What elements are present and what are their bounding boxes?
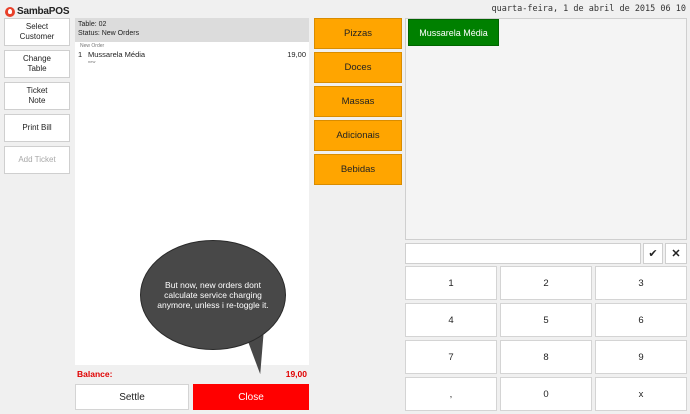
category-massas[interactable]: Massas <box>314 86 402 117</box>
change-table-button[interactable]: Change Table <box>4 50 70 78</box>
annotation-callout: But now, new orders dont calculate servi… <box>140 240 286 350</box>
numpad-key-6[interactable]: 6 <box>595 303 687 337</box>
confirm-check-icon[interactable]: ✔ <box>643 243 663 264</box>
settle-button[interactable]: Settle <box>75 384 189 410</box>
numpad-key-multiply[interactable]: x <box>595 377 687 411</box>
numpad-key-0[interactable]: 0 <box>500 377 592 411</box>
logo-text: SambaPOS <box>17 6 70 17</box>
numpad-key-9[interactable]: 9 <box>595 340 687 374</box>
numpad-key-2[interactable]: 2 <box>500 266 592 300</box>
order-state-tag: new <box>88 59 96 64</box>
datetime-display: quarta-feira, 1 de abril de 2015 06 10 <box>491 4 686 14</box>
menu-items-area: Mussarela Média <box>405 18 687 240</box>
numpad-input[interactable] <box>405 243 641 264</box>
order-line[interactable]: 1 Mussarela Média 19,00 <box>75 49 309 59</box>
category-adicionais[interactable]: Adicionais <box>314 120 402 151</box>
category-doces[interactable]: Doces <box>314 52 402 83</box>
category-column: Pizzas Doces Massas Adicionais Bebidas <box>314 18 402 188</box>
ticket-note-button[interactable]: Ticket Note <box>4 82 70 110</box>
balance-value: 19,00 <box>285 368 307 379</box>
order-price: 19,00 <box>287 50 306 59</box>
balance-row: Balance: 19,00 <box>75 365 309 382</box>
ticket-commands-column: Select Customer Change Table Ticket Note… <box>4 18 70 178</box>
app-logo: SambaPOS <box>5 5 70 18</box>
balance-label: Balance: <box>77 368 113 379</box>
numpad-key-5[interactable]: 5 <box>500 303 592 337</box>
ticket-table-label: Table: 02 <box>78 21 107 28</box>
menu-item-mussarela-media[interactable]: Mussarela Média <box>408 19 499 46</box>
sambapos-logo-icon <box>5 6 15 17</box>
numpad-key-1[interactable]: 1 <box>405 266 497 300</box>
select-customer-button[interactable]: Select Customer <box>4 18 70 46</box>
order-product-name: Mussarela Média <box>88 50 146 59</box>
numpad-key-8[interactable]: 8 <box>500 340 592 374</box>
callout-text: But now, new orders dont calculate servi… <box>157 280 269 310</box>
numpad: 1 2 3 4 5 6 7 8 9 , 0 x <box>405 266 687 411</box>
ticket-header: Table: 02 Status: New Orders <box>75 18 309 42</box>
category-bebidas[interactable]: Bebidas <box>314 154 402 185</box>
numpad-key-3[interactable]: 3 <box>595 266 687 300</box>
numpad-key-7[interactable]: 7 <box>405 340 497 374</box>
print-bill-button[interactable]: Print Bill <box>4 114 70 142</box>
order-group-tag: New Order <box>80 43 105 49</box>
clear-x-icon[interactable]: ✕ <box>665 243 687 264</box>
order-quantity: 1 <box>78 50 83 59</box>
numpad-key-comma[interactable]: , <box>405 377 497 411</box>
numpad-key-4[interactable]: 4 <box>405 303 497 337</box>
ticket-status-label: Status: New Orders <box>78 30 140 37</box>
category-pizzas[interactable]: Pizzas <box>314 18 402 49</box>
close-button[interactable]: Close <box>193 384 309 410</box>
add-ticket-button[interactable]: Add Ticket <box>4 146 70 174</box>
